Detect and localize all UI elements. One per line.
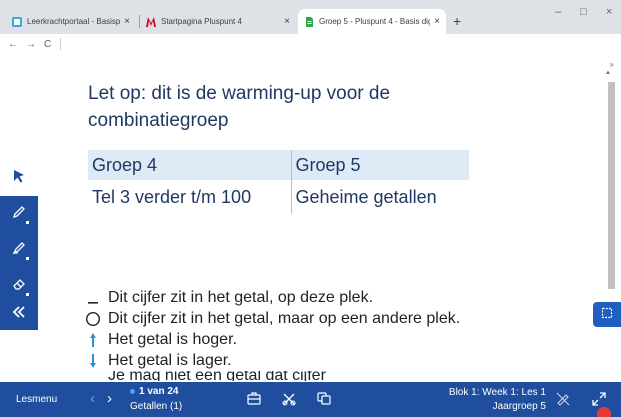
close-tab-icon[interactable]: × xyxy=(124,16,130,27)
list-item: Je mag niet een getal dat cijfer xyxy=(78,371,460,381)
forward-button[interactable]: → xyxy=(26,39,36,50)
arrow-down-mark-icon xyxy=(78,353,108,369)
list-item: Dit cijfer zit in het getal, maar op een… xyxy=(78,308,460,329)
reload-button[interactable]: C xyxy=(44,39,51,50)
blok-label: Blok 1: Week 1: Les 1 xyxy=(448,387,546,398)
tool-panel xyxy=(0,160,38,330)
close-tab-icon[interactable]: × xyxy=(284,16,290,27)
tab-groep5[interactable]: Groep 5 - Pluspunt 4 - Basis digit × xyxy=(298,9,446,34)
table-row: Tel 3 verder t/m 100 Geheime getallen xyxy=(88,180,469,214)
side-panel-button[interactable] xyxy=(593,302,621,327)
table-header-row: Groep 4 Groep 5 xyxy=(88,150,469,180)
slide-navigation: ‹ › xyxy=(90,390,112,407)
copy-icon[interactable] xyxy=(317,392,331,410)
arrow-up-mark-icon xyxy=(78,332,108,348)
page-heading: Let op: dit is de warming-up voor de com… xyxy=(88,83,391,131)
tab-basispoort[interactable]: Leerkrachtportaal - Basispoort × xyxy=(6,9,136,34)
lesson-location: Blok 1: Week 1: Les 1 Jaargroep 5 xyxy=(449,386,546,414)
legend-text: Dit cijfer zit in het getal, maar op een… xyxy=(108,309,461,327)
jaargroep-label: Jaargroep 5 xyxy=(492,401,546,412)
pointer-tool-button[interactable] xyxy=(0,160,38,196)
next-slide-icon[interactable]: › xyxy=(107,390,112,407)
legend-list: Dit cijfer zit in het getal, op deze ple… xyxy=(78,287,460,381)
browser-tab-bar: Leerkrachtportaal - Basispoort × Startpa… xyxy=(0,0,621,34)
collapse-tools-button[interactable] xyxy=(0,296,38,332)
malmberg-favicon-icon xyxy=(146,16,156,27)
new-tab-button[interactable]: + xyxy=(453,13,461,29)
legend-text: Je mag niet een getal dat cijfer xyxy=(108,371,326,381)
tools-icon[interactable] xyxy=(282,392,296,411)
tab-title: Startpagina Pluspunt 4 xyxy=(161,17,242,26)
highlighter-icon xyxy=(12,241,26,260)
scrollbar-thumb[interactable] xyxy=(608,82,615,289)
hide-annotations-icon[interactable] xyxy=(556,392,570,411)
back-button[interactable]: ← xyxy=(8,39,18,50)
group-table: Groep 4 Groep 5 Tel 3 verder t/m 100 Geh… xyxy=(88,150,469,214)
pen-tool-button[interactable] xyxy=(0,196,38,232)
eraser-icon xyxy=(12,277,26,296)
list-item: Het getal is lager. xyxy=(78,350,460,371)
tab-title: Leerkrachtportaal - Basispoort xyxy=(27,17,121,26)
table-cell: Tel 3 verder t/m 100 xyxy=(88,180,292,214)
collapse-icon xyxy=(12,305,26,323)
progress-dot-icon xyxy=(130,388,135,394)
pen-icon xyxy=(12,205,26,224)
address-divider xyxy=(60,38,61,50)
close-window-button[interactable]: × xyxy=(606,6,612,18)
pointer-icon xyxy=(12,169,26,188)
maximize-button[interactable]: □ xyxy=(580,6,587,18)
lesson-name: Getallen (1) xyxy=(130,401,183,412)
tab-startpagina[interactable]: Startpagina Pluspunt 4 × xyxy=(140,9,296,34)
highlighter-tool-button[interactable] xyxy=(0,232,38,268)
lesmenu-button[interactable]: Lesmenu xyxy=(16,394,57,405)
legend-text: Het getal is hoger. xyxy=(108,330,237,348)
briefcase-icon[interactable] xyxy=(247,392,261,410)
tab-title: Groep 5 - Pluspunt 4 - Basis digit xyxy=(319,17,431,26)
list-item: Het getal is hoger. xyxy=(78,329,460,350)
bottom-bar: Lesmenu ‹ › 1 van 24 Getallen (1) Blok 1… xyxy=(0,382,621,417)
notification-dot xyxy=(597,407,611,417)
close-tab-icon[interactable]: × xyxy=(434,16,440,27)
legend-text: Het getal is lager. xyxy=(108,351,232,369)
table-header-cell: Groep 5 xyxy=(291,150,469,180)
table-header-cell: Groep 4 xyxy=(88,150,292,180)
panel-icon xyxy=(601,306,613,324)
legend-text: Dit cijfer zit in het getal, op deze ple… xyxy=(108,288,374,306)
document-favicon-icon xyxy=(304,16,314,27)
scroll-up-icon[interactable]: ▲ xyxy=(604,70,612,78)
table-cell: Geheime getallen xyxy=(295,186,437,207)
list-item: Dit cijfer zit in het getal, op deze ple… xyxy=(78,287,460,308)
underscore-mark-icon xyxy=(78,291,108,305)
slide-counter: 1 van 24 xyxy=(130,386,178,397)
address-bar: ← → C xyxy=(0,34,621,54)
basispoort-favicon-icon xyxy=(12,16,22,27)
more-chevron-icon[interactable]: » xyxy=(610,60,614,69)
minimize-button[interactable]: – xyxy=(555,6,561,18)
circle-mark-icon xyxy=(78,311,108,327)
prev-slide-icon[interactable]: ‹ xyxy=(90,390,95,407)
